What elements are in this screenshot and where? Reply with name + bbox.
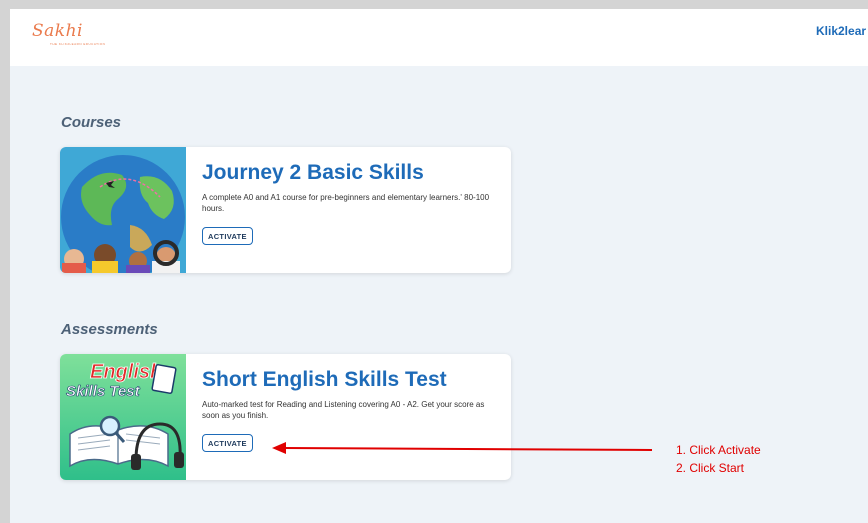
app-window: Sakhi THE KLIK2LEARN EDUCATION Klik2lear… — [10, 9, 868, 523]
annotation-step1: 1. Click Activate — [676, 443, 761, 457]
annotation-step2: 2. Click Start — [676, 461, 745, 475]
